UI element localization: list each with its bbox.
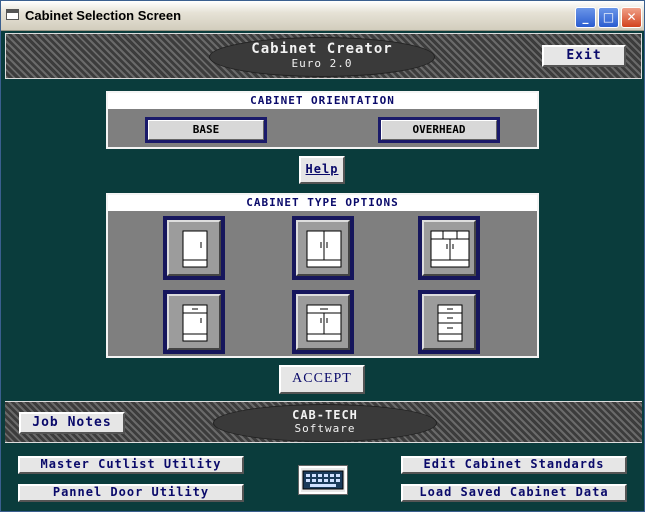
minimize-button[interactable]: _ — [575, 7, 596, 28]
orientation-heading: CABINET ORIENTATION — [108, 93, 537, 109]
base-button-label: BASE — [148, 120, 264, 140]
help-button[interactable]: Help — [299, 156, 345, 184]
company-name: CAB-TECH — [292, 408, 358, 422]
overhead-button[interactable]: OVERHEAD — [378, 117, 500, 143]
edit-standards-button[interactable]: Edit Cabinet Standards — [401, 456, 627, 474]
maximize-button[interactable]: □ — [598, 7, 619, 28]
single-door-cabinet-icon — [182, 230, 208, 268]
company-tagline: Software — [294, 422, 356, 435]
app-window-icon — [6, 9, 19, 20]
keyboard-icon — [302, 470, 344, 490]
app-window: Cabinet Selection Screen _ □ ✕ Cabinet C… — [0, 0, 645, 512]
exit-button[interactable]: Exit — [542, 45, 626, 67]
load-saved-data-button[interactable]: Load Saved Cabinet Data — [401, 484, 627, 502]
keyboard-button[interactable] — [298, 465, 348, 495]
double-door-cabinet-icon — [306, 230, 342, 268]
panel-door-button[interactable]: Pannel Door Utility — [18, 484, 244, 502]
base-button[interactable]: BASE — [145, 117, 267, 143]
orientation-panel: CABINET ORIENTATION BASE OVERHEAD — [106, 91, 539, 149]
master-cutlist-button[interactable]: Master Cutlist Utility — [18, 456, 244, 474]
accept-button[interactable]: ACCEPT — [279, 365, 365, 394]
cabinet-double-door-shelf-button[interactable] — [418, 216, 480, 280]
title-bar: Cabinet Selection Screen _ □ ✕ — [1, 1, 644, 31]
cabinet-drawer-single-door-button[interactable] — [163, 290, 225, 354]
cabinet-type-heading: CABINET TYPE OPTIONS — [108, 195, 537, 211]
close-button[interactable]: ✕ — [621, 7, 642, 28]
double-door-shelf-cabinet-icon — [430, 230, 470, 268]
app-name-oval: Cabinet Creator Euro 2.0 — [209, 37, 435, 77]
close-icon: ✕ — [626, 10, 637, 24]
overhead-button-label: OVERHEAD — [381, 120, 497, 140]
maximize-icon: □ — [602, 10, 615, 24]
cabinet-double-door-button[interactable] — [292, 216, 354, 280]
minimize-icon: _ — [582, 10, 589, 24]
app-name: Cabinet Creator — [251, 41, 393, 57]
drawer-single-door-cabinet-icon — [182, 304, 208, 342]
cabinet-single-door-button[interactable] — [163, 216, 225, 280]
app-version: Euro 2.0 — [291, 57, 353, 70]
cabinet-type-panel: CABINET TYPE OPTIONS — [106, 193, 539, 358]
company-oval: CAB-TECH Software — [213, 404, 437, 442]
job-notes-button[interactable]: Job Notes — [19, 412, 125, 434]
cabinet-drawer-stack-button[interactable] — [418, 290, 480, 354]
window-title: Cabinet Selection Screen — [25, 8, 182, 23]
cabinet-drawer-double-door-button[interactable] — [292, 290, 354, 354]
drawer-double-door-cabinet-icon — [306, 304, 342, 342]
drawer-stack-cabinet-icon — [437, 304, 463, 342]
